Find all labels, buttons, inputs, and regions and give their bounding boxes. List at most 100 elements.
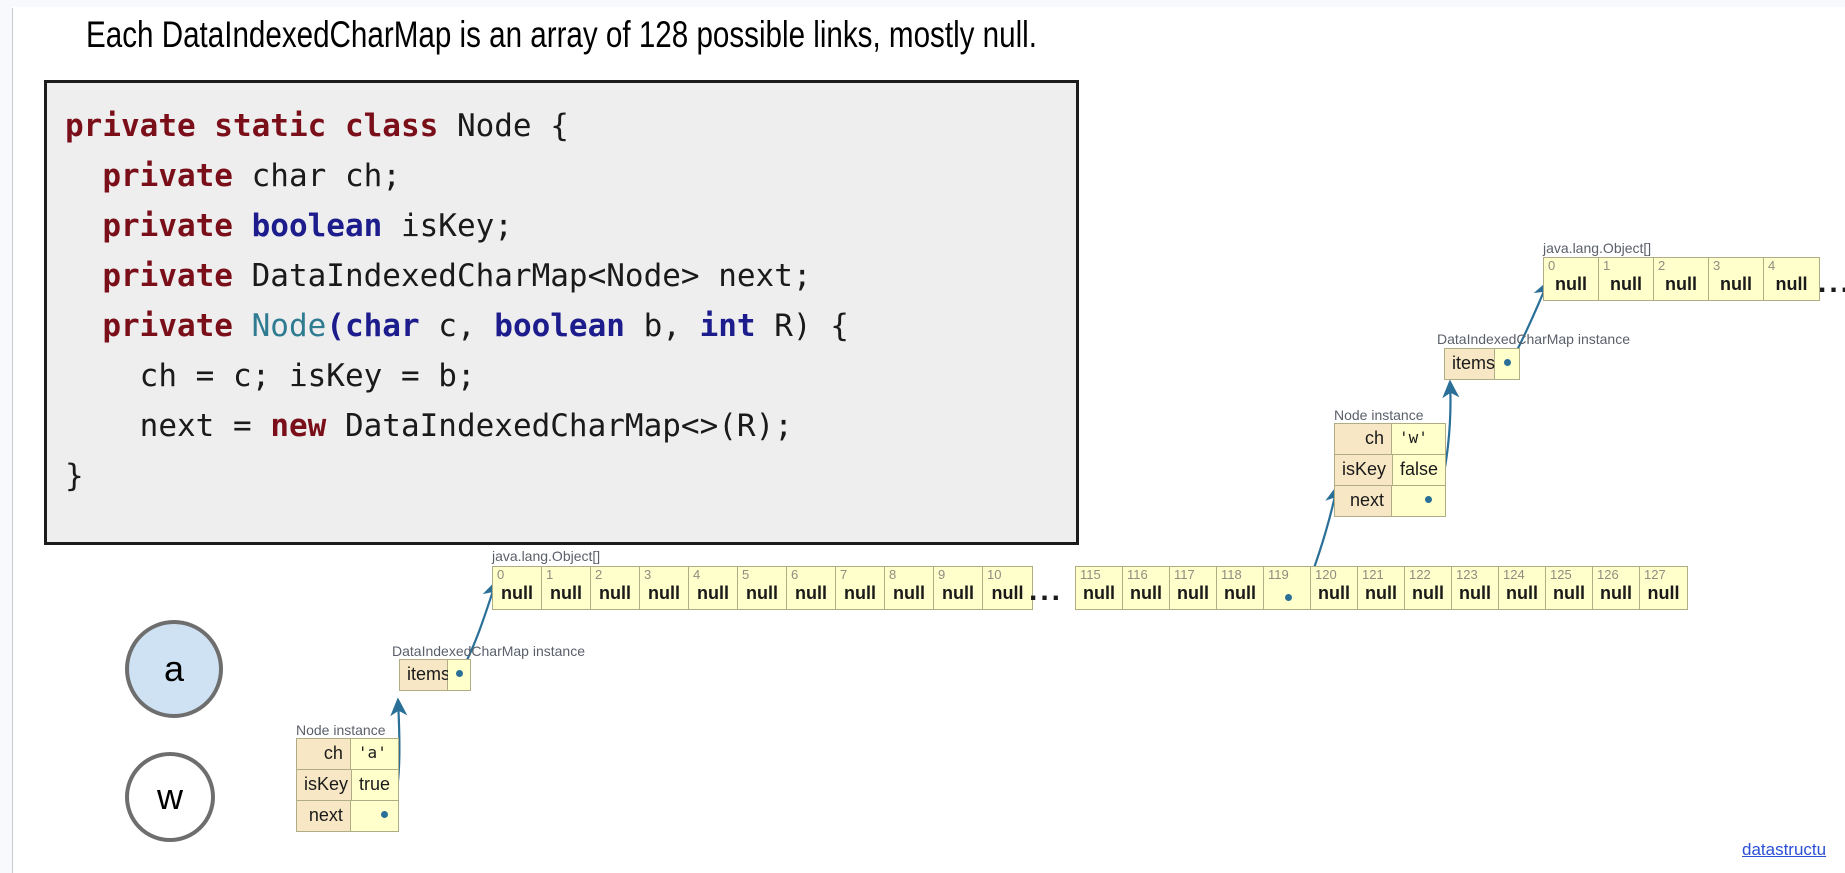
array-cell: 120 null bbox=[1311, 567, 1358, 609]
array-cell-value: null bbox=[550, 583, 582, 603]
code-token: Node bbox=[251, 308, 327, 344]
bottom-array-ellipsis: ... bbox=[1029, 574, 1064, 607]
table-row: ch 'a' bbox=[297, 739, 398, 770]
array-cell-value: null bbox=[746, 583, 778, 603]
code-token: private bbox=[65, 158, 252, 194]
pointer-dot bbox=[380, 811, 388, 818]
top-array-caption: java.lang.Object[] bbox=[1543, 240, 1652, 256]
field-name-ch: ch bbox=[1335, 424, 1392, 454]
top-node-instance-caption: Node instance bbox=[1334, 407, 1424, 423]
array-cell-index: 116 bbox=[1127, 567, 1148, 582]
field-name-iskey: isKey bbox=[1335, 455, 1393, 485]
field-value-next bbox=[350, 801, 398, 831]
code-token: boolean bbox=[251, 208, 401, 244]
code-token: private bbox=[65, 308, 252, 344]
array-cell: 119 bbox=[1264, 567, 1311, 609]
array-cell-value: null bbox=[1775, 274, 1808, 294]
array-cell-index: 3 bbox=[644, 567, 652, 582]
array-cell-index: 10 bbox=[987, 567, 1002, 582]
field-name-iskey: isKey bbox=[297, 770, 352, 800]
array-cell-value: null bbox=[1177, 583, 1209, 603]
array-cell-index: 127 bbox=[1644, 567, 1666, 582]
array-cell-value: null bbox=[1647, 583, 1680, 603]
array-cell-value: null bbox=[1610, 274, 1642, 294]
array-cell-index: 3 bbox=[1713, 258, 1721, 273]
array-cell: 117 null bbox=[1170, 567, 1217, 609]
code-token: private bbox=[65, 258, 252, 294]
bottom-array-caption: java.lang.Object[] bbox=[492, 548, 601, 564]
array-cell-index: 5 bbox=[742, 567, 750, 582]
code-token: DataIndexedCharMap<>(R); bbox=[344, 408, 793, 444]
footer-link[interactable]: datastructu bbox=[1742, 840, 1826, 860]
array-cell-index: 2 bbox=[1658, 258, 1666, 273]
array-cell: 124 null bbox=[1499, 567, 1546, 609]
trie-node-w[interactable]: w bbox=[125, 752, 215, 842]
array-cell-index: 8 bbox=[889, 567, 897, 582]
array-cell-index: 119 bbox=[1268, 567, 1289, 582]
bottom-array-right-segment: 115 null 116 null 117 null 118 null 119 120 null 12… bbox=[1075, 566, 1688, 610]
field-value-next bbox=[1391, 486, 1445, 516]
array-cell: 122 null bbox=[1405, 567, 1452, 609]
array-cell: 4 null bbox=[689, 567, 738, 609]
code-token: boolean bbox=[494, 308, 625, 344]
array-cell-value: null bbox=[893, 583, 925, 603]
array-cell: 3 null bbox=[640, 567, 689, 609]
code-token: int bbox=[699, 308, 756, 344]
table-row: isKey true bbox=[297, 770, 398, 801]
array-cell-index: 4 bbox=[693, 567, 701, 582]
code-block: private static class Node { private char… bbox=[44, 80, 1079, 545]
array-cell: 125 null bbox=[1546, 567, 1593, 609]
code-token: (char bbox=[326, 308, 420, 344]
array-cell-index: 0 bbox=[1548, 258, 1556, 273]
array-cell-index: 1 bbox=[1603, 258, 1611, 273]
code-token: isKey; bbox=[400, 208, 513, 244]
array-cell: 118 null bbox=[1217, 567, 1264, 609]
trie-node-a-label: a bbox=[163, 648, 185, 689]
field-value-items bbox=[448, 660, 470, 690]
array-cell: 2 null bbox=[591, 567, 640, 609]
array-cell-value: null bbox=[1083, 583, 1115, 603]
array-cell-value: null bbox=[1130, 583, 1162, 603]
slide-canvas: Each DataIndexedCharMap is an array of 1… bbox=[0, 0, 1845, 873]
array-cell-index: 6 bbox=[791, 567, 799, 582]
table-row: ch 'w' bbox=[1335, 424, 1445, 455]
trie-node-w-label: w bbox=[157, 776, 183, 817]
array-cell: 1 null bbox=[542, 567, 591, 609]
bottom-node-instance-caption: Node instance bbox=[296, 722, 386, 738]
top-array-ellipsis: ... bbox=[1818, 266, 1845, 299]
array-cell-value: null bbox=[501, 583, 533, 603]
trie-node-a[interactable]: a bbox=[125, 620, 223, 718]
code-token: b, bbox=[624, 308, 700, 344]
table-row: next bbox=[297, 801, 398, 831]
array-cell: 126 null bbox=[1593, 567, 1640, 609]
array-cell: 121 null bbox=[1358, 567, 1405, 609]
array-cell-index: 120 bbox=[1315, 567, 1337, 582]
field-name-items: items bbox=[1445, 349, 1495, 379]
array-cell-index: 124 bbox=[1503, 567, 1525, 582]
array-cell: 115 null bbox=[1076, 567, 1123, 609]
array-cell-index: 9 bbox=[938, 567, 946, 582]
array-cell-value: null bbox=[1365, 583, 1397, 603]
table-row: next bbox=[1335, 486, 1445, 516]
pointer-dot bbox=[456, 670, 463, 677]
array-cell-value: null bbox=[1553, 583, 1585, 603]
array-cell-index: 1 bbox=[546, 567, 554, 582]
code-token: private static class bbox=[65, 108, 457, 144]
field-value-iskey: true bbox=[352, 770, 398, 800]
field-value-items bbox=[1495, 349, 1519, 379]
array-cell: 2 null bbox=[1654, 258, 1709, 300]
code-text: private static class Node { private char… bbox=[65, 101, 1076, 501]
table-row: items bbox=[400, 660, 470, 690]
field-name-items: items bbox=[400, 660, 450, 690]
field-value-ch: 'w' bbox=[1391, 424, 1445, 454]
top-dicm-instance-caption: DataIndexedCharMap instance bbox=[1437, 331, 1631, 347]
array-cell-value: null bbox=[1720, 274, 1752, 294]
array-cell: 4 null bbox=[1764, 258, 1819, 300]
array-cell-value: null bbox=[1459, 583, 1491, 603]
array-cell-index: 123 bbox=[1456, 567, 1478, 582]
array-cell: 10 null bbox=[983, 567, 1032, 609]
array-cell-index: 118 bbox=[1221, 567, 1242, 582]
code-token: char ch; bbox=[251, 158, 401, 194]
code-token: c, bbox=[419, 308, 495, 344]
page-top-band bbox=[12, 0, 1845, 7]
